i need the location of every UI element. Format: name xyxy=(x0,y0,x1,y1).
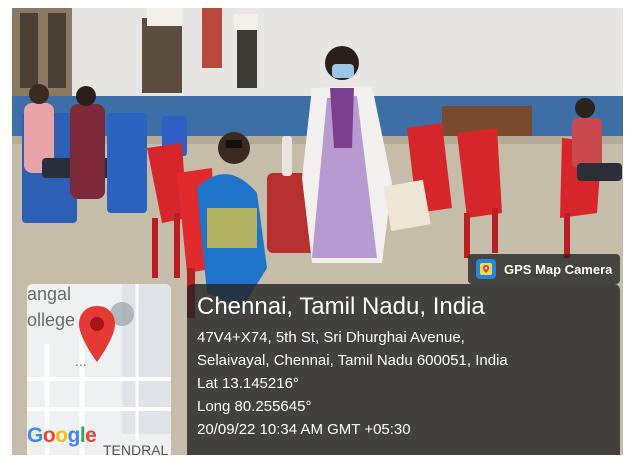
photo-frame: GPS Map Camera ... angal ollege Google T… xyxy=(12,8,623,455)
location-title: Chennai, Tamil Nadu, India xyxy=(197,293,485,320)
map-label-top: angal xyxy=(27,284,72,304)
location-info-panel: Chennai, Tamil Nadu, India 47V4+X74, 5th… xyxy=(187,284,620,455)
longitude-text: Long 80.255645° xyxy=(197,398,312,415)
latitude-text: Lat 13.145216° xyxy=(197,375,299,392)
app-name-label: GPS Map Camera xyxy=(504,261,613,277)
gps-map-camera-icon xyxy=(476,259,496,279)
datetime-text: 20/09/22 10:34 AM GMT +05:30 xyxy=(197,421,411,438)
address-line-1: 47V4+X74, 5th St, Sri Dhurghai Avenue, xyxy=(197,329,465,346)
google-logo: Google xyxy=(27,424,97,447)
gps-map-camera-badge: GPS Map Camera xyxy=(468,254,620,284)
address-line-2: Selaivayal, Chennai, Tamil Nadu 600051, … xyxy=(197,352,508,369)
map-area-label: TENDRAL xyxy=(103,442,169,455)
map-label-second: ollege xyxy=(27,310,76,330)
map-thumbnail: ... angal ollege Google TENDRAL xyxy=(27,284,171,455)
map-pin-icon xyxy=(79,306,115,362)
